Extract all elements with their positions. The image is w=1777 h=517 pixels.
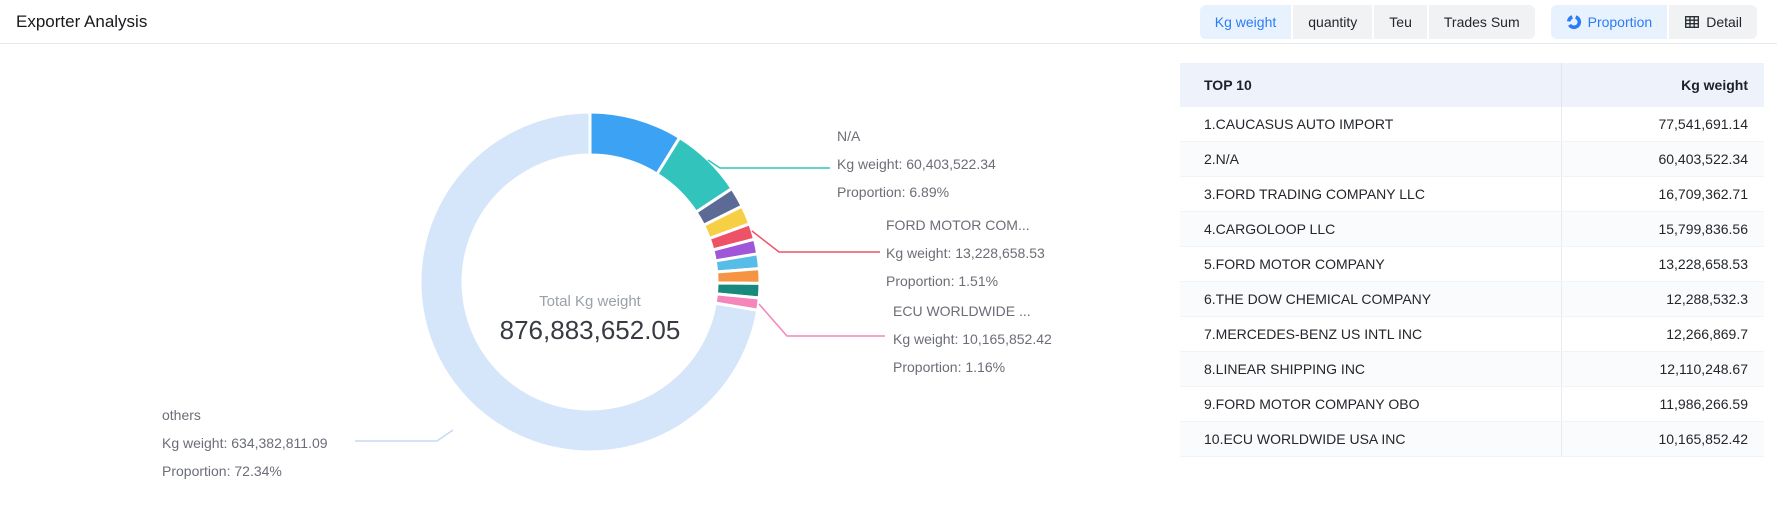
row-exporter-name: 10.ECU WORLDWIDE USA INC <box>1180 431 1561 447</box>
row-exporter-name: 7.MERCEDES-BENZ US INTL INC <box>1180 326 1561 342</box>
view-tabs: Proportion Detail <box>1551 5 1757 39</box>
table-row: 5.FORD MOTOR COMPANY13,228,658.53 <box>1180 247 1764 282</box>
table-header-row: TOP 10 Kg weight <box>1180 63 1764 107</box>
row-kg-weight-value: 12,266,869.7 <box>1561 317 1764 351</box>
slice-label-others: othersKg weight: 634,382,811.09Proportio… <box>162 401 328 485</box>
metric-tabs: Kg weight quantity Teu Trades Sum <box>1200 5 1535 39</box>
tab-quantity[interactable]: quantity <box>1291 5 1372 39</box>
row-kg-weight-value: 60,403,522.34 <box>1561 142 1764 176</box>
slice-label-n-a: N/AKg weight: 60,403,522.34Proportion: 6… <box>837 122 996 206</box>
row-exporter-name: 5.FORD MOTOR COMPANY <box>1180 256 1561 272</box>
tab-label: Kg weight <box>1215 14 1276 30</box>
tab-label: Trades Sum <box>1444 14 1520 30</box>
slice-label-kg-line: Kg weight: 60,403,522.34 <box>837 150 996 178</box>
row-kg-weight-value: 13,228,658.53 <box>1561 247 1764 281</box>
column-header-top10: TOP 10 <box>1180 77 1561 93</box>
label-leader-line <box>752 231 880 252</box>
table-row: 6.THE DOW CHEMICAL COMPANY12,288,532.3 <box>1180 282 1764 317</box>
donut-center-title: Total Kg weight <box>440 292 740 312</box>
tab-detail[interactable]: Detail <box>1667 5 1757 39</box>
slice-label-prop-line: Proportion: 72.34% <box>162 457 328 485</box>
row-exporter-name: 6.THE DOW CHEMICAL COMPANY <box>1180 291 1561 307</box>
table-row: 7.MERCEDES-BENZ US INTL INC12,266,869.7 <box>1180 317 1764 352</box>
donut-center: Total Kg weight 876,883,652.05 <box>440 292 740 346</box>
table-row: 4.CARGOLOOP LLC15,799,836.56 <box>1180 212 1764 247</box>
top10-table: TOP 10 Kg weight 1.CAUCASUS AUTO IMPORT7… <box>1180 63 1764 457</box>
donut-center-total: 876,883,652.05 <box>440 314 740 346</box>
header-bar: Exporter Analysis Kg weight quantity Teu Tr… <box>0 0 1777 44</box>
slice-label-prop-line: Proportion: 1.51% <box>886 267 1045 295</box>
slice-label-kg-line: Kg weight: 10,165,852.42 <box>893 325 1052 353</box>
table-row: 8.LINEAR SHIPPING INC12,110,248.67 <box>1180 352 1764 387</box>
table-row: 9.FORD MOTOR COMPANY OBO11,986,266.59 <box>1180 387 1764 422</box>
row-exporter-name: 8.LINEAR SHIPPING INC <box>1180 361 1561 377</box>
table-row: 3.FORD TRADING COMPANY LLC16,709,362.71 <box>1180 177 1764 212</box>
row-kg-weight-value: 15,799,836.56 <box>1561 212 1764 246</box>
row-kg-weight-value: 10,165,852.42 <box>1561 422 1764 456</box>
row-exporter-name: 3.FORD TRADING COMPANY LLC <box>1180 186 1561 202</box>
row-kg-weight-value: 12,288,532.3 <box>1561 282 1764 316</box>
donut-chart-icon <box>1566 14 1582 30</box>
slice-label-ford-motor-com: FORD MOTOR COM...Kg weight: 13,228,658.5… <box>886 211 1045 295</box>
label-leader-line <box>759 304 885 336</box>
slice-label-name: FORD MOTOR COM... <box>886 211 1045 239</box>
row-exporter-name: 1.CAUCASUS AUTO IMPORT <box>1180 116 1561 132</box>
row-exporter-name: 4.CARGOLOOP LLC <box>1180 221 1561 237</box>
row-kg-weight-value: 11,986,266.59 <box>1561 387 1764 421</box>
tab-label: Detail <box>1706 14 1742 30</box>
slice-label-name: others <box>162 401 328 429</box>
tab-label: Teu <box>1389 14 1412 30</box>
tab-label: quantity <box>1308 14 1357 30</box>
column-header-kg-weight: Kg weight <box>1561 63 1764 107</box>
table-row: 2.N/A60,403,522.34 <box>1180 142 1764 177</box>
row-exporter-name: 9.FORD MOTOR COMPANY OBO <box>1180 396 1561 412</box>
tab-proportion[interactable]: Proportion <box>1551 5 1668 39</box>
row-kg-weight-value: 77,541,691.14 <box>1561 107 1764 141</box>
row-kg-weight-value: 16,709,362.71 <box>1561 177 1764 211</box>
table-row: 10.ECU WORLDWIDE USA INC10,165,852.42 <box>1180 422 1764 457</box>
tab-teu[interactable]: Teu <box>1372 5 1427 39</box>
slice-label-name: N/A <box>837 122 996 150</box>
slice-label-prop-line: Proportion: 6.89% <box>837 178 996 206</box>
tab-label: Proportion <box>1588 14 1653 30</box>
pie-slice-linear-shipping-inc[interactable] <box>717 269 760 284</box>
table-grid-icon <box>1684 14 1700 30</box>
slice-label-kg-line: Kg weight: 13,228,658.53 <box>886 239 1045 267</box>
slice-label-kg-line: Kg weight: 634,382,811.09 <box>162 429 328 457</box>
page-title: Exporter Analysis <box>16 12 147 32</box>
tab-trades-sum[interactable]: Trades Sum <box>1427 5 1535 39</box>
slice-label-ecu-worldwide: ECU WORLDWIDE ...Kg weight: 10,165,852.4… <box>893 297 1052 381</box>
label-leader-line <box>708 160 830 168</box>
slice-label-name: ECU WORLDWIDE ... <box>893 297 1052 325</box>
slice-label-prop-line: Proportion: 1.16% <box>893 353 1052 381</box>
table-row: 1.CAUCASUS AUTO IMPORT77,541,691.14 <box>1180 107 1764 142</box>
label-leader-line <box>355 430 453 441</box>
row-exporter-name: 2.N/A <box>1180 151 1561 167</box>
table-body: 1.CAUCASUS AUTO IMPORT77,541,691.142.N/A… <box>1180 107 1764 457</box>
tab-kg-weight[interactable]: Kg weight <box>1200 5 1291 39</box>
row-kg-weight-value: 12,110,248.67 <box>1561 352 1764 386</box>
